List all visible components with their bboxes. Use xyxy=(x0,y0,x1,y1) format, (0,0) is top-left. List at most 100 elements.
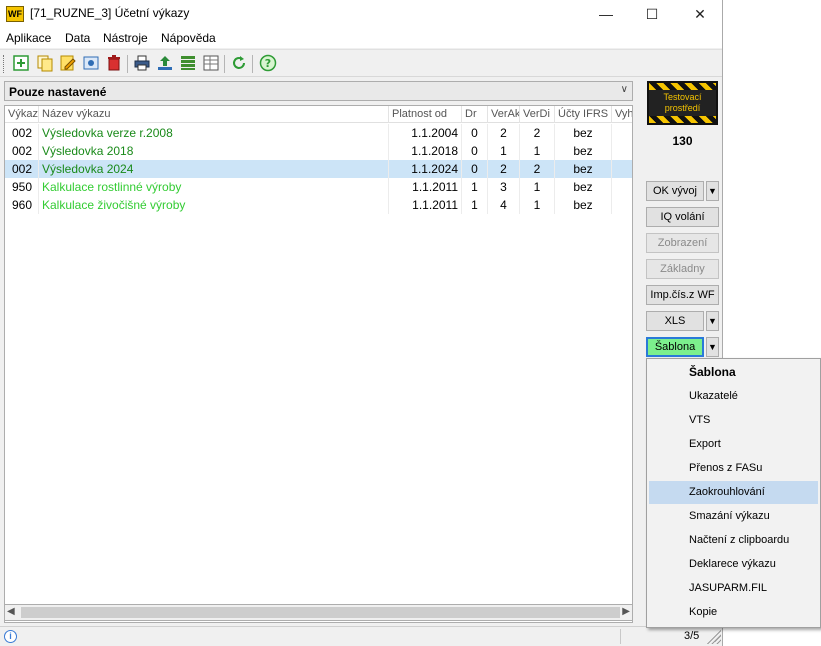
table-row[interactable]: 002 Výsledovka verze r.2008 1.1.2004 0 2 2 bez xyxy=(5,124,632,142)
scrollbar-thumb[interactable] xyxy=(21,607,620,618)
add-icon[interactable] xyxy=(12,54,30,72)
cell-vykaz: 960 xyxy=(5,196,39,214)
popup-menu-item[interactable]: VTS xyxy=(649,409,818,432)
print-icon[interactable] xyxy=(133,54,151,72)
horizontal-scrollbar[interactable]: ◀ ▶ xyxy=(4,604,633,621)
cell-vyh xyxy=(612,160,632,178)
app-logo-icon: WF xyxy=(6,6,24,22)
table-row[interactable]: 002 Výsledovka 2024 1.1.2024 0 2 2 bez xyxy=(5,160,632,178)
cell-vykaz: 002 xyxy=(5,142,39,160)
cell-verdi: 1 xyxy=(520,142,555,160)
cell-vykaz: 950 xyxy=(5,178,39,196)
info-icon[interactable]: i xyxy=(4,630,17,643)
cell-ucty-ifrs: bez xyxy=(555,142,612,160)
menu-napoveda[interactable]: Nápověda xyxy=(161,31,216,45)
title-bar: WF [71_RUZNE_3] Účetní výkazy — ☐ ✕ xyxy=(0,0,722,28)
xls-button[interactable]: XLS xyxy=(646,311,704,331)
cell-verak: 2 xyxy=(488,160,520,178)
env-count: 130 xyxy=(672,134,693,148)
maximize-button[interactable]: ☐ xyxy=(629,0,675,28)
status-bar: i 3/5 xyxy=(0,626,722,646)
popup-menu-item[interactable]: Načtení z clipboardu xyxy=(649,529,818,552)
column-header-ucty-ifrs[interactable]: Účty IFRS xyxy=(555,106,612,123)
table-icon[interactable] xyxy=(202,54,220,72)
list-icon[interactable] xyxy=(179,54,197,72)
help-icon[interactable]: ? xyxy=(259,54,277,72)
popup-menu-item[interactable]: JASUPARM.FIL xyxy=(649,577,818,600)
cell-nazev: Výsledovka 2018 xyxy=(39,142,389,160)
record-position: 3/5 xyxy=(684,630,700,642)
column-header-verdi[interactable]: VerDi xyxy=(520,106,555,123)
cell-platnost: 1.1.2004 xyxy=(389,124,462,142)
cell-vyh xyxy=(612,178,632,196)
column-header-platnost[interactable]: Platnost od xyxy=(389,106,462,123)
popup-menu-item[interactable]: Kopie xyxy=(649,601,818,624)
cell-verak: 1 xyxy=(488,142,520,160)
column-header-dr[interactable]: Dr xyxy=(462,106,488,123)
sablona-dropdown-icon[interactable]: ▼ xyxy=(706,337,719,357)
cell-platnost: 1.1.2024 xyxy=(389,160,462,178)
table-row[interactable]: 960 Kalkulace živočišné výroby 1.1.2011 1 4 1… xyxy=(5,196,632,214)
menu-bar: Aplikace Data Nástroje Nápověda xyxy=(0,28,722,48)
column-header-nazev[interactable]: Název výkazu xyxy=(39,106,389,123)
edit-icon[interactable] xyxy=(59,54,77,72)
cell-nazev: Kalkulace rostlinné výroby xyxy=(39,178,389,196)
cell-platnost: 1.1.2018 xyxy=(389,142,462,160)
cell-vyh xyxy=(612,196,632,214)
filter-value: Pouze nastavené xyxy=(9,85,107,99)
popup-menu-item[interactable]: Šablona xyxy=(649,361,818,384)
zobrazeni-button[interactable]: Zobrazení xyxy=(646,233,719,253)
toolbar-grip[interactable] xyxy=(3,55,6,73)
cell-platnost: 1.1.2011 xyxy=(389,196,462,214)
window-title: [71_RUZNE_3] Účetní výkazy xyxy=(30,6,190,20)
ok-vyvoj-dropdown-icon[interactable]: ▼ xyxy=(706,181,719,201)
export-icon[interactable] xyxy=(156,54,174,72)
chevron-down-icon: ∨ xyxy=(620,84,628,95)
zakladny-button[interactable]: Základny xyxy=(646,259,719,279)
popup-menu-item[interactable]: Přenos z FASu xyxy=(649,457,818,480)
main-window: WF [71_RUZNE_3] Účetní výkazy — ☐ ✕ Apli… xyxy=(0,0,723,646)
xls-dropdown-icon[interactable]: ▼ xyxy=(706,311,719,331)
import-cisla-button[interactable]: Imp.čís.z WF xyxy=(646,285,719,305)
sablona-popup-menu: Šablona Ukazatelé VTS Export Přenos z FASu Za… xyxy=(646,358,821,628)
popup-menu-item[interactable]: Zaokrouhlování xyxy=(649,481,818,504)
table-row[interactable]: 950 Kalkulace rostlinné výroby 1.1.2011 1 3 1… xyxy=(5,178,632,196)
iq-volani-button[interactable]: IQ volání xyxy=(646,207,719,227)
filter-dropdown[interactable]: Pouze nastavené ∨ xyxy=(4,81,633,101)
close-button[interactable]: ✕ xyxy=(677,0,722,28)
popup-menu-item[interactable]: Ukazatelé xyxy=(649,385,818,408)
table-row[interactable]: 002 Výsledovka 2018 1.1.2018 0 1 1 bez xyxy=(5,142,632,160)
scroll-right-icon[interactable]: ▶ xyxy=(622,606,630,617)
column-header-vykaz[interactable]: Výkaz xyxy=(5,106,39,123)
popup-menu-item[interactable]: Smazání výkazu xyxy=(649,505,818,528)
cell-dr: 1 xyxy=(462,196,488,214)
toolbar-separator xyxy=(127,55,128,73)
resize-grip[interactable] xyxy=(705,628,721,644)
menu-nastroje[interactable]: Nástroje xyxy=(103,31,148,45)
minimize-button[interactable]: — xyxy=(583,0,629,28)
status-separator xyxy=(620,629,621,644)
menu-aplikace[interactable]: Aplikace xyxy=(6,31,51,45)
column-header-vyh[interactable]: Vyh xyxy=(612,106,632,123)
copy-icon[interactable] xyxy=(36,54,54,72)
cell-vyh xyxy=(612,124,632,142)
cell-verdi: 1 xyxy=(520,178,555,196)
refresh-icon[interactable] xyxy=(230,54,248,72)
cell-ucty-ifrs: bez xyxy=(555,178,612,196)
scroll-left-icon[interactable]: ◀ xyxy=(7,606,15,617)
env-label-line2: prostředí xyxy=(664,103,701,113)
popup-menu-item[interactable]: Deklarece výkazu xyxy=(649,553,818,576)
popup-menu-item[interactable]: Export xyxy=(649,433,818,456)
delete-icon[interactable] xyxy=(105,54,123,72)
toolbar-separator xyxy=(252,55,253,73)
ok-vyvoj-button[interactable]: OK vývoj xyxy=(646,181,704,201)
sablona-button[interactable]: Šablona xyxy=(646,337,704,357)
cell-dr: 0 xyxy=(462,142,488,160)
cell-ucty-ifrs: bez xyxy=(555,124,612,142)
column-header-verak[interactable]: VerAk xyxy=(488,106,520,123)
cell-vykaz: 002 xyxy=(5,160,39,178)
view-icon[interactable] xyxy=(82,54,100,72)
reports-table: Výkaz Název výkazu Platnost od Dr VerAk … xyxy=(4,105,633,623)
cell-verak: 2 xyxy=(488,124,520,142)
menu-data[interactable]: Data xyxy=(65,31,90,45)
